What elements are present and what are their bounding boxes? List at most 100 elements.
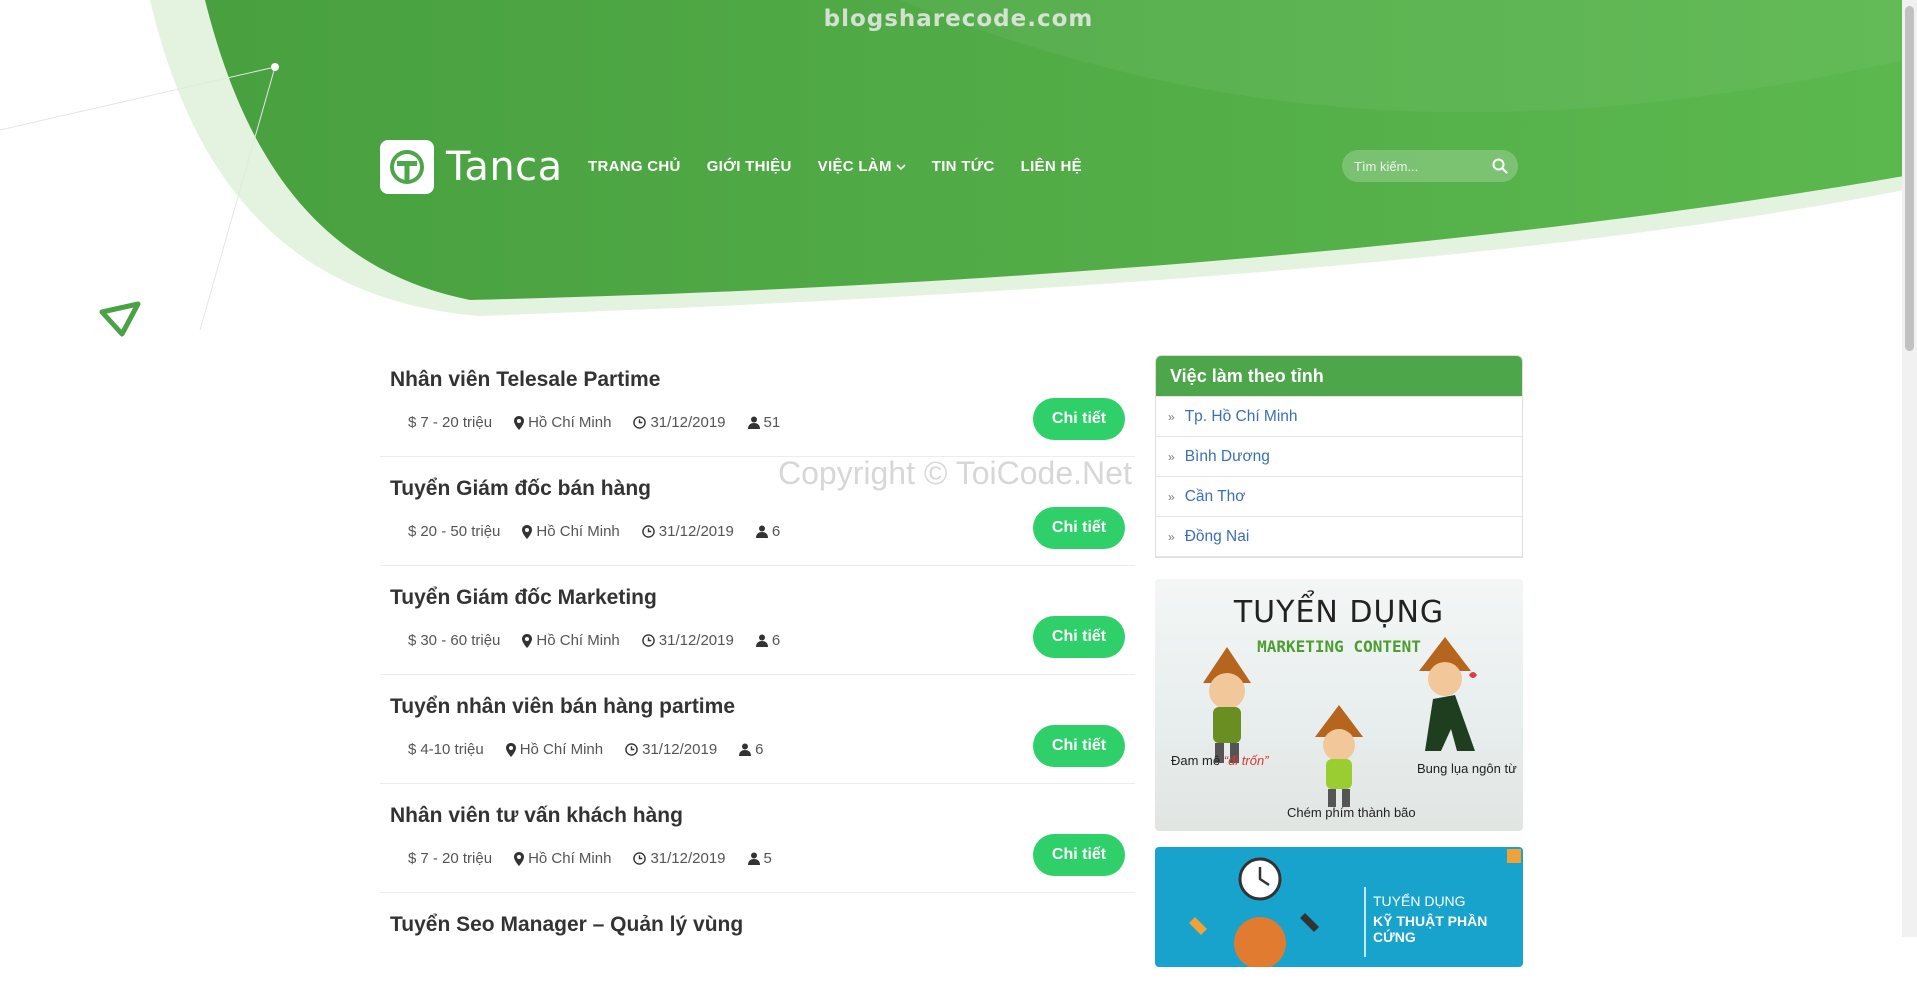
job-count: 6 bbox=[771, 632, 781, 649]
province-link[interactable]: » Cần Thơ bbox=[1156, 476, 1522, 516]
site-watermark: blogsharecode.com bbox=[823, 6, 1094, 32]
province-box: Việc làm theo tỉnh » Tp. Hồ Chí Minh » Bìn… bbox=[1155, 355, 1523, 558]
copyright-watermark: Copyright © ToiCode.Net bbox=[778, 455, 1132, 491]
logo-mark-icon bbox=[380, 140, 434, 194]
nav-item-home[interactable]: TRANG CHỦ bbox=[588, 158, 681, 175]
job-item: Tuyển Seo Manager – Quản lý vùng bbox=[380, 893, 1135, 1001]
job-location: Hồ Chí Minh bbox=[528, 414, 612, 431]
caption-highlight: “đi trốn” bbox=[1223, 753, 1269, 768]
job-location: Hồ Chí Minh bbox=[519, 741, 604, 758]
job-deadline: 31/12/2019 bbox=[658, 632, 734, 649]
nav-item-contact[interactable]: LIÊN HỆ bbox=[1021, 158, 1082, 175]
job-salary: 20 - 50 triệu bbox=[420, 523, 501, 540]
clock-icon bbox=[625, 743, 638, 756]
province-link[interactable]: » Tp. Hồ Chí Minh bbox=[1156, 396, 1522, 436]
page-scrollbar[interactable] bbox=[1902, 0, 1917, 937]
clock-icon bbox=[633, 852, 647, 865]
nav-item-jobs[interactable]: VIỆC LÀM bbox=[818, 158, 906, 175]
province-link[interactable]: » Đồng Nai bbox=[1156, 516, 1522, 557]
job-title[interactable]: Tuyển Giám đốc Marketing bbox=[390, 586, 657, 610]
ad-caption-right: Bung lụa ngôn từ bbox=[1417, 761, 1517, 776]
job-meta: $7 - 20 triệu Hồ Chí Minh 31/12/2019 51 bbox=[408, 414, 780, 431]
province-link[interactable]: » Bình Dương bbox=[1156, 436, 1522, 476]
detail-button[interactable]: Chi tiết bbox=[1033, 834, 1125, 876]
ad-caption-center: Chém phím thành bão bbox=[1287, 805, 1416, 820]
dollar-icon: $ bbox=[408, 523, 417, 540]
nav-label: TIN TỨC bbox=[931, 158, 995, 175]
brand-logo[interactable]: Tanca bbox=[380, 140, 563, 194]
job-location: Hồ Chí Minh bbox=[528, 850, 612, 867]
job-deadline: 31/12/2019 bbox=[650, 850, 726, 867]
job-list: Nhân viên Telesale Partime $7 - 20 triệu… bbox=[380, 348, 1135, 1001]
clock-icon bbox=[633, 416, 647, 429]
province-label: Đồng Nai bbox=[1184, 527, 1250, 545]
nav-item-about[interactable]: GIỚI THIỆU bbox=[707, 158, 792, 175]
search-icon[interactable] bbox=[1492, 158, 1508, 174]
user-icon bbox=[747, 416, 760, 429]
tools-clock-illustration bbox=[1189, 849, 1521, 967]
nav-label: LIÊN HỆ bbox=[1020, 158, 1082, 175]
job-title[interactable]: Nhân viên tư vấn khách hàng bbox=[390, 804, 683, 828]
job-meta: $20 - 50 triệu Hồ Chí Minh 31/12/2019 6 bbox=[408, 523, 780, 540]
job-meta: $30 - 60 triệu Hồ Chí Minh 31/12/2019 6 bbox=[408, 632, 780, 649]
job-count: 6 bbox=[755, 741, 764, 758]
chevron-down-icon bbox=[896, 163, 906, 170]
clock-icon bbox=[641, 525, 655, 538]
double-chevron-right-icon: » bbox=[1168, 409, 1175, 424]
scrollbar-thumb[interactable] bbox=[1905, 6, 1914, 351]
job-deadline: 31/12/2019 bbox=[642, 741, 718, 758]
nav-label: TRANG CHỦ bbox=[588, 158, 681, 175]
job-salary: 7 - 20 triệu bbox=[420, 414, 493, 431]
job-meta: $7 - 20 triệu Hồ Chí Minh 31/12/2019 5 bbox=[408, 850, 772, 867]
detail-button[interactable]: Chi tiết bbox=[1033, 507, 1125, 549]
job-salary: 30 - 60 triệu bbox=[420, 632, 501, 649]
nav-label: GIỚI THIỆU bbox=[706, 158, 792, 175]
user-icon bbox=[739, 743, 752, 756]
map-marker-icon bbox=[505, 742, 516, 757]
nav-label: VIỆC LÀM bbox=[817, 158, 892, 175]
detail-button[interactable]: Chi tiết bbox=[1033, 398, 1125, 440]
user-icon bbox=[755, 634, 768, 647]
ad-caption-left: Đam mê “đi trốn” bbox=[1171, 753, 1269, 768]
job-deadline: 31/12/2019 bbox=[650, 414, 726, 431]
province-label: Cần Thơ bbox=[1184, 487, 1246, 505]
job-meta: $4-10 triệu Hồ Chí Minh 31/12/2019 6 bbox=[408, 741, 764, 758]
dollar-icon: $ bbox=[408, 741, 417, 758]
province-label: Tp. Hồ Chí Minh bbox=[1184, 407, 1298, 425]
search-input[interactable] bbox=[1352, 157, 1486, 175]
main-nav: TRANG CHỦ GIỚI THIỆU VIỆC LÀM TIN TỨC LI… bbox=[588, 158, 1082, 175]
map-marker-icon bbox=[522, 524, 533, 539]
ad-line-1: TUYỂN DỤNG bbox=[1373, 893, 1466, 909]
cartoon-characters-illustration bbox=[1203, 637, 1477, 807]
hardware-ad-banner[interactable]: TUYỂN DỤNG KỸ THUẬT PHẦN CỨNG bbox=[1155, 847, 1523, 967]
job-item: Tuyển nhân viên bán hàng partime $4-10 t… bbox=[380, 675, 1135, 784]
job-item: Nhân viên tư vấn khách hàng $7 - 20 triệ… bbox=[380, 784, 1135, 893]
job-title[interactable]: Tuyển Giám đốc bán hàng bbox=[390, 477, 651, 501]
map-marker-icon bbox=[514, 851, 525, 866]
dollar-icon: $ bbox=[408, 632, 417, 649]
job-location: Hồ Chí Minh bbox=[536, 632, 620, 649]
brand-name: Tanca bbox=[446, 144, 563, 190]
marketing-ad-banner[interactable]: TUYỂN DỤNG MARKETING CONTENT Đam mê “đi … bbox=[1155, 579, 1523, 831]
job-title[interactable]: Nhân viên Telesale Partime bbox=[390, 368, 660, 392]
double-chevron-right-icon: » bbox=[1168, 529, 1175, 544]
nav-item-news[interactable]: TIN TỨC bbox=[932, 158, 995, 175]
user-icon bbox=[755, 525, 768, 538]
map-marker-icon bbox=[514, 415, 525, 430]
ad-line-2: KỸ THUẬT PHẦN CỨNG bbox=[1373, 913, 1488, 945]
province-box-title: Việc làm theo tỉnh bbox=[1156, 356, 1522, 396]
search-box bbox=[1342, 150, 1518, 182]
detail-button[interactable]: Chi tiết bbox=[1033, 616, 1125, 658]
job-count: 6 bbox=[771, 523, 781, 540]
job-count: 5 bbox=[763, 850, 772, 867]
job-title[interactable]: Tuyển Seo Manager – Quản lý vùng bbox=[390, 913, 743, 937]
dollar-icon: $ bbox=[408, 850, 417, 867]
province-label: Bình Dương bbox=[1184, 447, 1270, 465]
user-icon bbox=[747, 852, 760, 865]
double-chevron-right-icon: » bbox=[1168, 449, 1175, 464]
job-deadline: 31/12/2019 bbox=[658, 523, 734, 540]
job-title[interactable]: Tuyển nhân viên bán hàng partime bbox=[390, 695, 735, 719]
caption-text: Đam mê bbox=[1171, 753, 1224, 768]
job-salary: 7 - 20 triệu bbox=[420, 850, 493, 867]
detail-button[interactable]: Chi tiết bbox=[1033, 725, 1125, 767]
